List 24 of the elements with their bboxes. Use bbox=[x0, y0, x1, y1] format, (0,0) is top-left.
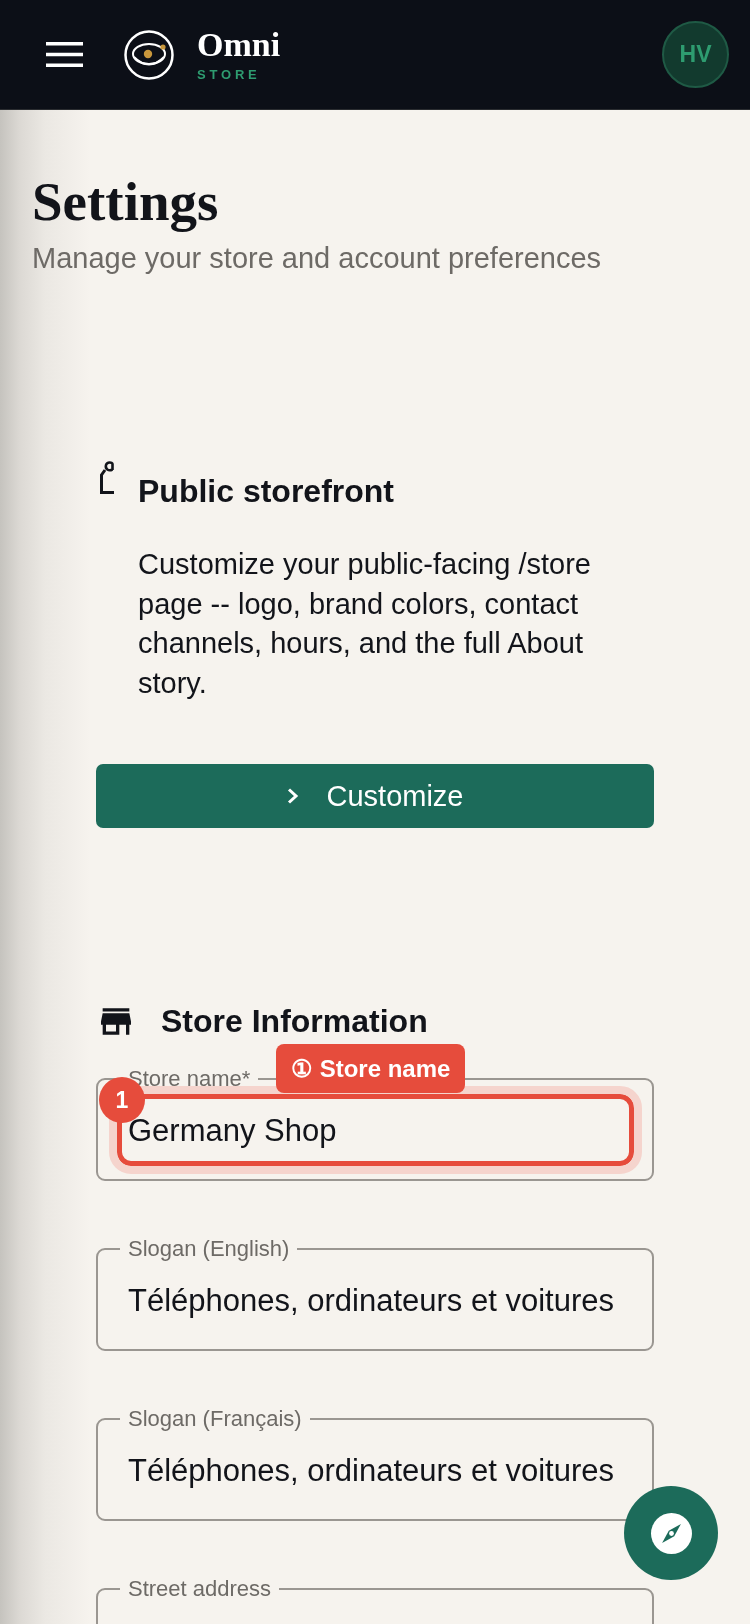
hook-icon bbox=[99, 461, 115, 495]
section-title: Store Information bbox=[161, 1002, 428, 1041]
field-value: Téléphones, ordinateurs et voitures bbox=[128, 1284, 615, 1318]
card-description: Customize your public-facing /store page -- logo, brand colors, contact channels, hours, and the full About story. bbox=[138, 547, 592, 701]
store-icon bbox=[101, 1007, 131, 1035]
avatar[interactable]: HV bbox=[662, 21, 729, 88]
chevron-icon bbox=[286, 788, 299, 804]
tour-tooltip: ① Store name bbox=[276, 1044, 466, 1093]
brand-tagline: STORE bbox=[197, 66, 262, 82]
page-subtitle: Manage your store and account preferences bbox=[32, 241, 603, 275]
card-title: Public storefront bbox=[138, 472, 394, 510]
brand-name: Omni bbox=[197, 27, 281, 62]
page-title: Settings bbox=[32, 172, 220, 232]
customize-button[interactable]: Customize bbox=[96, 764, 654, 828]
compass-icon bbox=[650, 1512, 692, 1554]
menu-icon[interactable] bbox=[46, 42, 83, 67]
field-label: Slogan (Français) bbox=[127, 1407, 303, 1431]
field-value: Téléphones, ordinateurs et voitures bbox=[128, 1454, 615, 1488]
input-field[interactable]: Slogan (English) Téléphones, ordinateurs et voitures bbox=[96, 1237, 654, 1351]
field-label: Slogan (English) bbox=[127, 1237, 291, 1261]
input-field[interactable]: Street address bbox=[96, 1577, 654, 1624]
field-value: Germany Shop bbox=[128, 1114, 338, 1148]
field-label: Street address bbox=[127, 1577, 273, 1601]
logo-icon bbox=[124, 29, 174, 80]
